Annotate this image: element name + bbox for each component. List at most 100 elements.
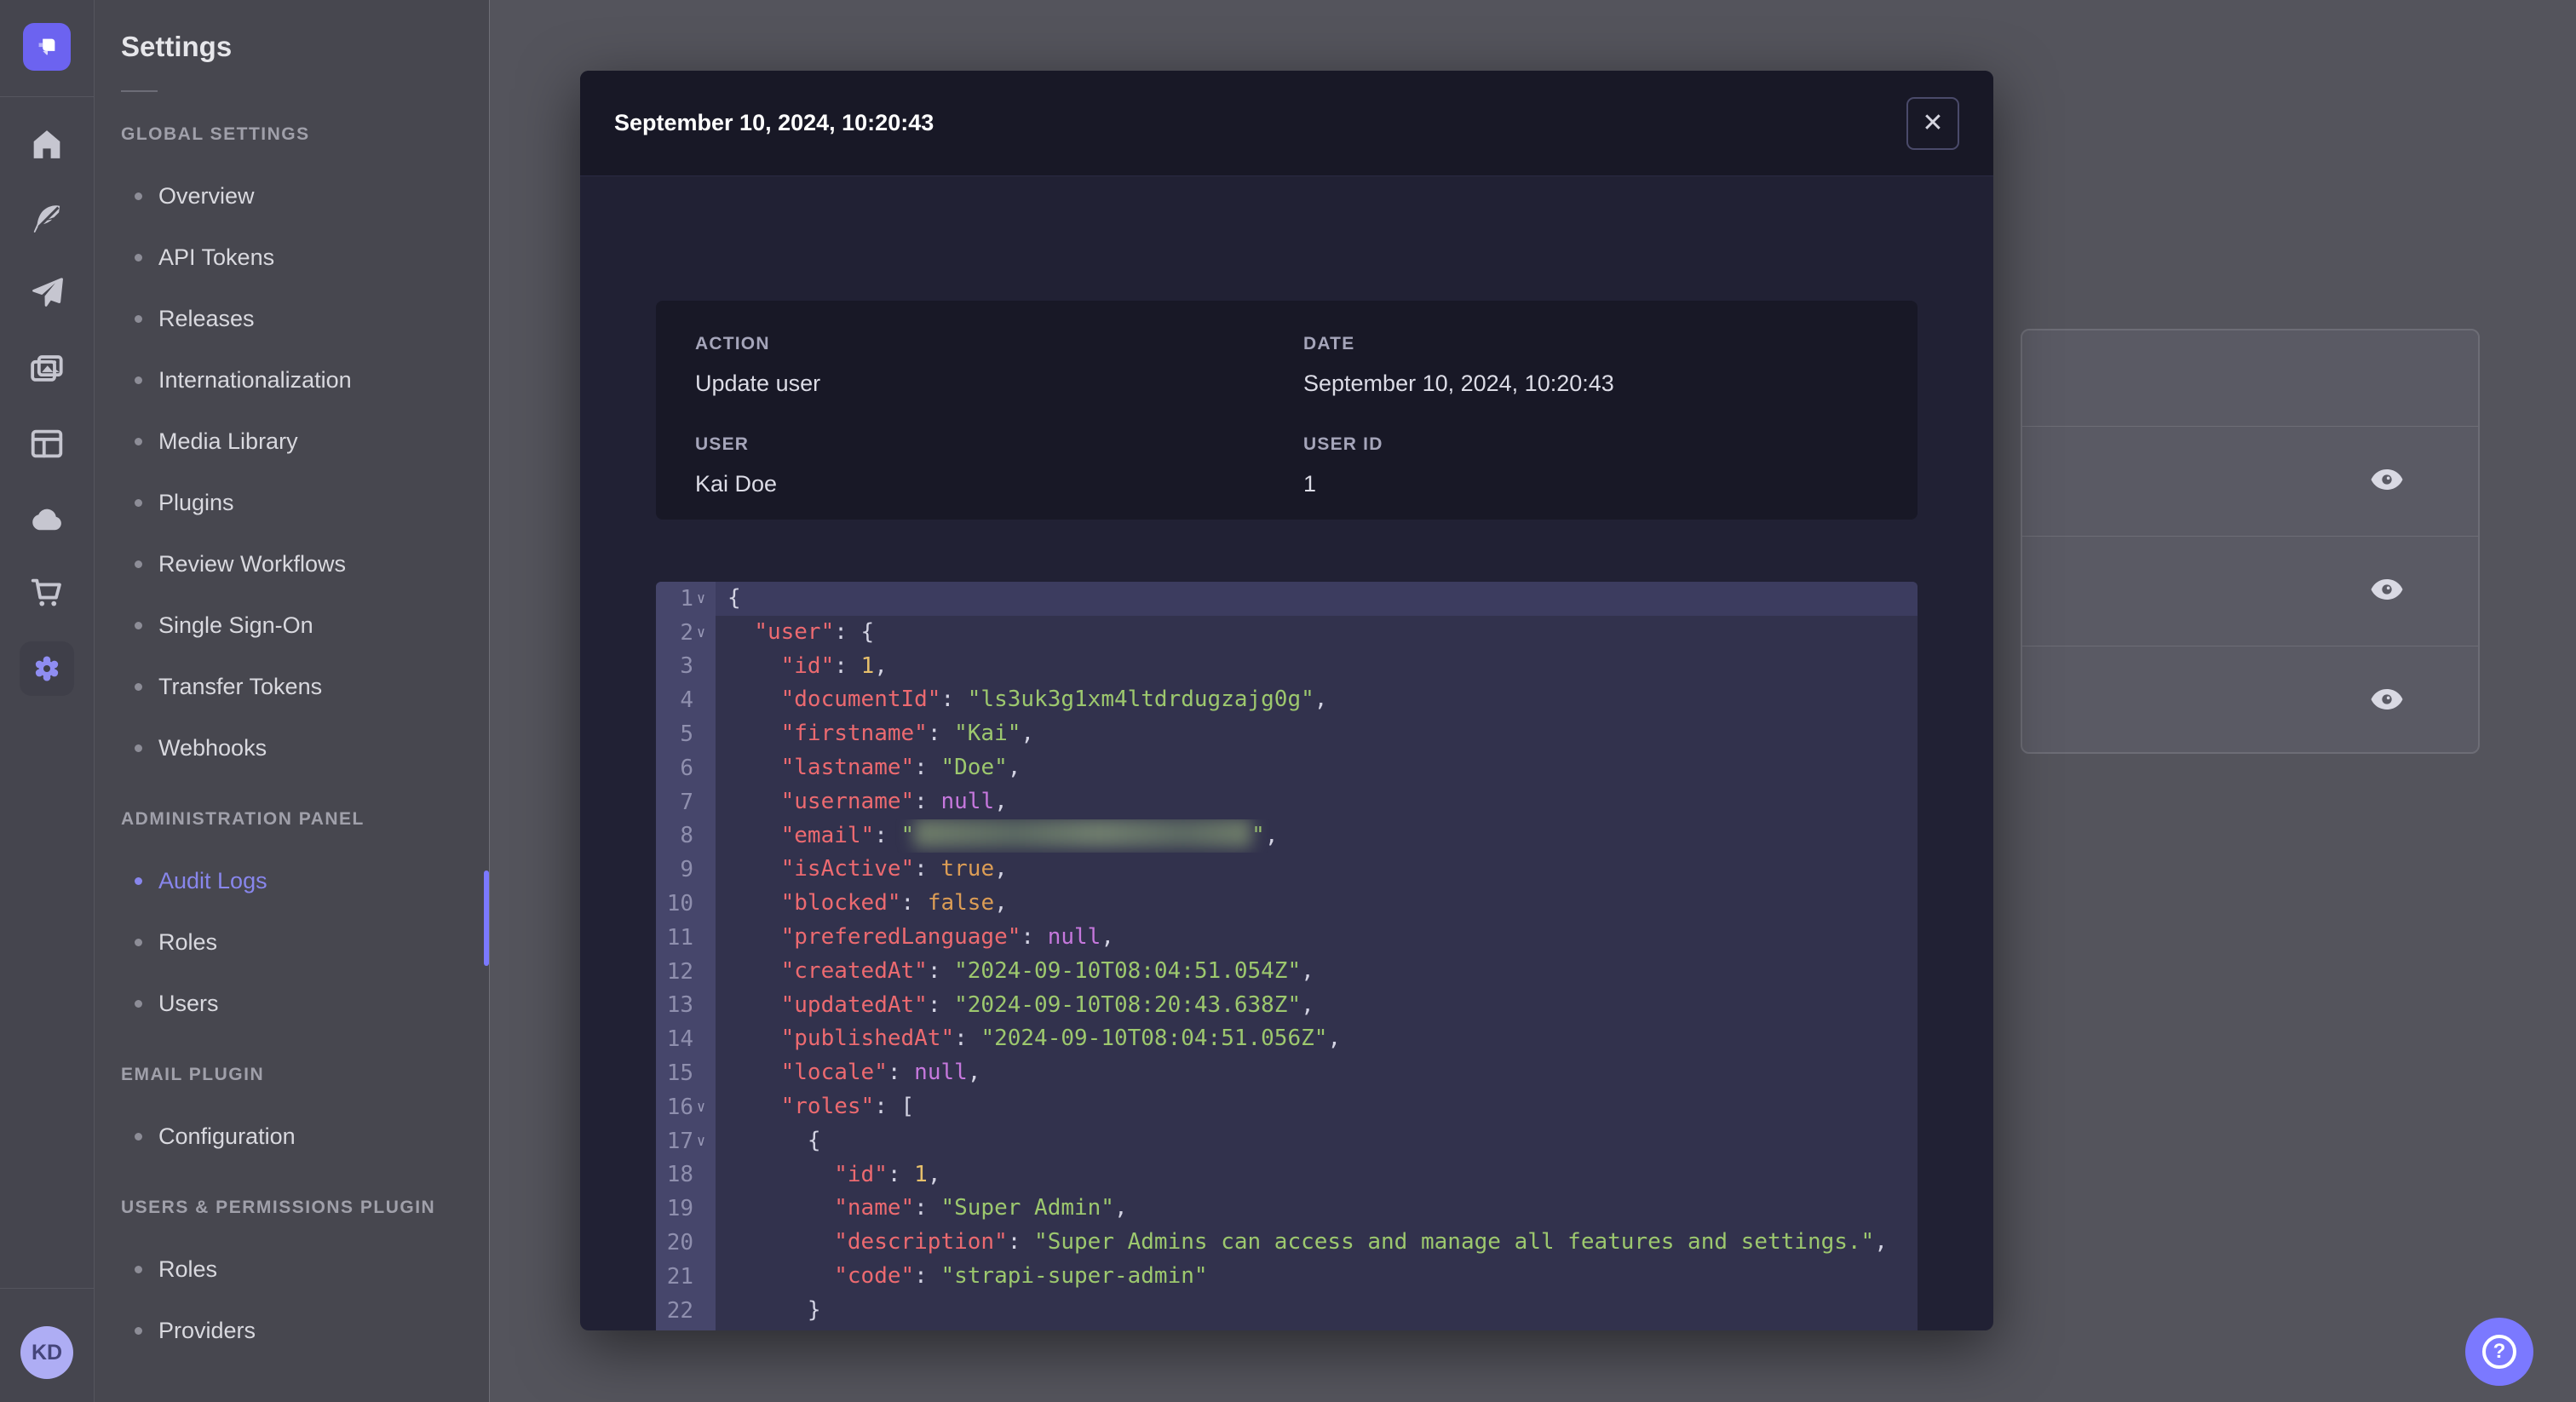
- code-line-content: "roles": [: [716, 1090, 1918, 1124]
- code-token: ,: [1113, 1195, 1128, 1221]
- code-line: 8 "email": " ",: [656, 819, 1918, 853]
- code-line: 22 }: [656, 1294, 1918, 1328]
- settings-sidebar: Settings GLOBAL SETTINGS Overview API Toke…: [94, 0, 490, 1402]
- settings-nav-item[interactable]: [20, 641, 74, 696]
- code-line: 7 "username": null,: [656, 785, 1918, 819]
- code-token: "user": [754, 618, 835, 645]
- line-number: 19: [666, 1196, 693, 1222]
- line-number: 20: [666, 1230, 693, 1256]
- cart-icon[interactable]: [0, 563, 94, 623]
- code-token: ,: [874, 652, 888, 679]
- view-log-eye-button[interactable]: [2366, 464, 2407, 495]
- layout-icon[interactable]: [0, 414, 94, 474]
- title-divider: [121, 90, 158, 92]
- code-token: :: [927, 957, 955, 984]
- sidebar-item-transfer-tokens[interactable]: Transfer Tokens: [135, 656, 489, 717]
- modal-title: September 10, 2024, 10:20:43: [614, 110, 934, 135]
- code-token: "name": [834, 1195, 915, 1221]
- code-line-content: {: [716, 1124, 1918, 1158]
- sidebar-item-roles[interactable]: Roles: [135, 1238, 489, 1300]
- code-line-content: "createdAt": "2024-09-10T08:04:51.054Z",: [716, 955, 1918, 989]
- code-token: :: [914, 788, 941, 814]
- code-line-content: "documentId": "ls3uk3g1xm4ltdrdugzajg0g"…: [716, 683, 1918, 717]
- sidebar-item-webhooks[interactable]: Webhooks: [135, 717, 489, 779]
- fold-chevron-icon[interactable]: ∨: [693, 1133, 709, 1150]
- code-token: "Kai": [954, 721, 1021, 747]
- sidebar-item-internationalization[interactable]: Internationalization: [135, 349, 489, 411]
- code-token: null: [914, 1060, 968, 1086]
- sidebar-item-single-sign-on[interactable]: Single Sign-On: [135, 595, 489, 656]
- paper-plane-icon[interactable]: [0, 262, 94, 322]
- code-line-content: "updatedAt": "2024-09-10T08:20:43.638Z",: [716, 989, 1918, 1023]
- bullet-icon: [135, 744, 142, 752]
- sidebar-item-label: Media Library: [158, 428, 298, 454]
- sidebar-item-api-tokens[interactable]: API Tokens: [135, 227, 489, 288]
- code-token: :: [914, 754, 941, 780]
- sidebar-item-configuration[interactable]: Configuration: [135, 1106, 489, 1167]
- fold-chevron-icon[interactable]: ∨: [693, 1099, 709, 1116]
- line-number: 8: [680, 823, 693, 849]
- nav-section: USERS & PERMISSIONS PLUGIN Roles Providers: [94, 1177, 489, 1361]
- sidebar-item-label: Internationalization: [158, 366, 352, 393]
- line-number: 9: [680, 857, 693, 883]
- cloud-icon[interactable]: [0, 490, 94, 549]
- home-icon[interactable]: [0, 115, 94, 175]
- bullet-icon: [135, 682, 142, 691]
- bullet-icon: [135, 314, 142, 323]
- media-pictures-icon[interactable]: [0, 340, 94, 399]
- detail-label: DATE: [1303, 334, 1355, 353]
- fold-chevron-icon[interactable]: ∨: [693, 590, 709, 607]
- sidebar-item-label: Releases: [158, 305, 255, 331]
- line-number: 4: [680, 687, 693, 714]
- sidebar-item-media-library[interactable]: Media Library: [135, 411, 489, 472]
- code-line: 23 ]: [656, 1328, 1918, 1330]
- detail-value: Update user: [695, 371, 821, 396]
- sidebar-item-users[interactable]: Users: [135, 973, 489, 1034]
- sidebar-item-releases[interactable]: Releases: [135, 288, 489, 349]
- sidebar-item-audit-logs[interactable]: Audit Logs: [135, 850, 489, 911]
- code-token: "2024-09-10T08:20:43.638Z": [954, 991, 1302, 1018]
- sidebar-item-providers[interactable]: Providers: [135, 1300, 489, 1361]
- code-token: :: [927, 721, 955, 747]
- avatar[interactable]: KD: [20, 1326, 73, 1379]
- sidebar-item-label: Overview: [158, 182, 255, 209]
- code-token: "locale": [780, 1060, 888, 1086]
- sidebar-item-roles[interactable]: Roles: [135, 911, 489, 973]
- feather-icon[interactable]: [0, 189, 94, 249]
- bullet-icon: [135, 621, 142, 629]
- bullet-icon: [135, 437, 142, 445]
- sidebar-item-overview[interactable]: Overview: [135, 165, 489, 227]
- nav-section-label: ADMINISTRATION PANEL: [121, 809, 365, 829]
- code-token: "isActive": [780, 856, 915, 882]
- code-token: :: [887, 1060, 915, 1086]
- close-icon[interactable]: ✕: [1906, 97, 1959, 150]
- bullet-icon: [135, 498, 142, 507]
- modal-header: September 10, 2024, 10:20:43 ✕: [580, 71, 1993, 176]
- code-token: ]: [727, 1328, 794, 1330]
- detail-cell: ACTION Update user: [695, 334, 1303, 397]
- code-token: "2024-09-10T08:04:51.054Z": [954, 957, 1302, 984]
- payload-code-editor[interactable]: 1 ∨{2 ∨ "user": {3 "id": 1,4 "documentId":…: [656, 582, 1918, 1330]
- sidebar-item-plugins[interactable]: Plugins: [135, 472, 489, 533]
- sidebar-item-label: API Tokens: [158, 244, 275, 270]
- sidebar-item-review-workflows[interactable]: Review Workflows: [135, 533, 489, 595]
- strapi-logo[interactable]: [23, 23, 71, 71]
- view-log-eye-button[interactable]: [2366, 574, 2407, 605]
- code-line-content: }: [716, 1294, 1918, 1328]
- fold-chevron-icon[interactable]: ∨: [693, 624, 709, 641]
- help-button[interactable]: ?: [2465, 1318, 2533, 1386]
- code-line-content: "email": " ",: [716, 819, 1918, 853]
- code-line: 13 "updatedAt": "2024-09-10T08:20:43.638…: [656, 989, 1918, 1023]
- sidebar-item-label: Users: [158, 990, 219, 1016]
- code-line: 2 ∨ "user": {: [656, 616, 1918, 650]
- line-number: 16 ∨: [656, 1090, 716, 1124]
- view-log-eye-button[interactable]: [2366, 684, 2407, 715]
- detail-cell: USER Kai Doe: [695, 434, 1303, 497]
- sidebar-item-label: Providers: [158, 1317, 256, 1343]
- sidebar-scrollbar-thumb[interactable]: [484, 871, 489, 966]
